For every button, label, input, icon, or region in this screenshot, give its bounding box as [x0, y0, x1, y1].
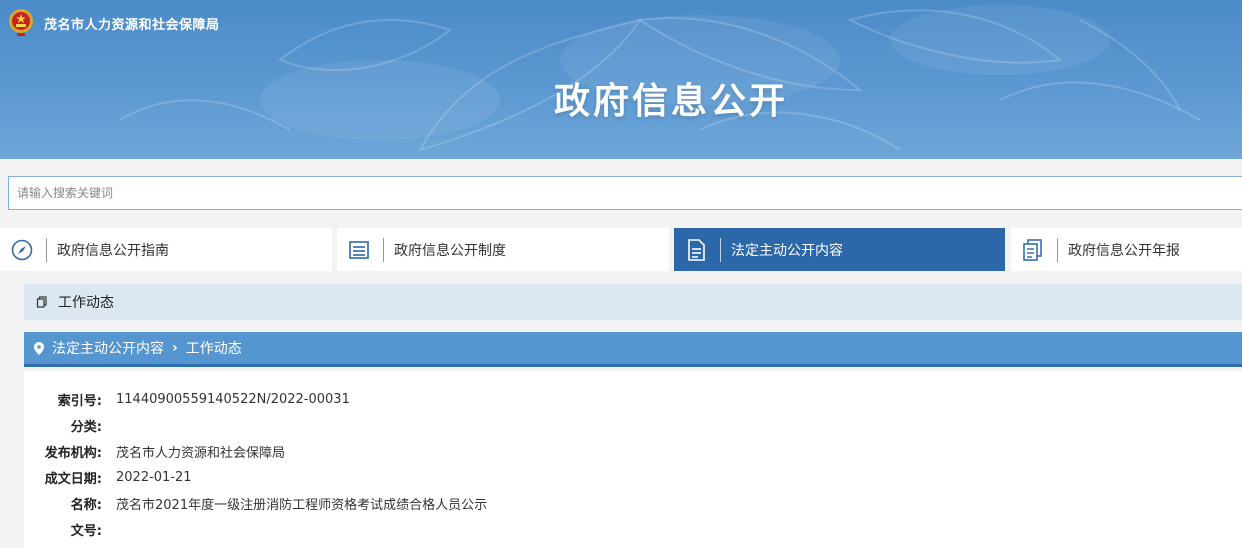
metadata-label: 分类:	[70, 419, 102, 435]
page-title: 政府信息公开	[553, 81, 788, 122]
metadata-row-name: 名称: 茂名市2021年度一级注册消防工程师资格考试成绩合格人员公示	[24, 493, 487, 513]
tab-statutory-content[interactable]: 法定主动公开内容	[674, 228, 1005, 271]
tab-label: 政府信息公开指南	[57, 242, 169, 259]
metadata-label: 名称:	[70, 497, 102, 513]
tab-divider	[383, 237, 384, 262]
metadata-label: 索引号:	[57, 393, 102, 409]
report-icon	[1021, 238, 1045, 262]
tab-label: 法定主动公开内容	[731, 242, 843, 259]
breadcrumb-item[interactable]: 法定主动公开内容	[52, 338, 164, 358]
header-banner: 茂名市人力资源和社会保障局 政府信息公开	[0, 0, 1242, 159]
tab-divider	[720, 237, 721, 262]
national-emblem-icon	[8, 7, 34, 37]
metadata-label: 成文日期:	[44, 471, 102, 487]
search-box	[8, 176, 1242, 210]
metadata-label: 发布机构:	[44, 445, 102, 461]
metadata-row-docno: 文号:	[24, 519, 116, 539]
metadata-value: 茂名市2021年度一级注册消防工程师资格考试成绩合格人员公示	[116, 497, 488, 513]
breadcrumb-item[interactable]: 工作动态	[186, 338, 242, 358]
metadata-label: 文号:	[70, 523, 102, 539]
search-input[interactable]	[9, 177, 1242, 209]
metadata-row-date: 成文日期: 2022-01-21	[24, 467, 192, 487]
list-icon	[347, 238, 371, 262]
tab-divider	[1057, 237, 1058, 262]
metadata-value: 11440900559140522N/2022-00031	[116, 391, 350, 407]
breadcrumb: 法定主动公开内容 › 工作动态	[24, 332, 1242, 367]
chevron-right-icon: ›	[172, 340, 178, 356]
compass-icon	[10, 238, 34, 262]
metadata-row-publisher: 发布机构: 茂名市人力资源和社会保障局	[24, 441, 285, 461]
metadata-row-category: 分类:	[24, 415, 116, 435]
tab-divider	[46, 237, 47, 262]
tab-disclosure-guide[interactable]: 政府信息公开指南	[0, 228, 332, 271]
tab-label: 政府信息公开制度	[394, 242, 506, 259]
copy-icon	[36, 295, 50, 309]
location-pin-icon	[34, 341, 46, 355]
tab-annual-report[interactable]: 政府信息公开年报	[1011, 228, 1242, 271]
metadata-value: 2022-01-21	[116, 469, 192, 485]
section-header: 工作动态	[24, 284, 1242, 320]
document-icon	[684, 238, 708, 262]
metadata-value: 茂名市人力资源和社会保障局	[116, 445, 286, 461]
organization-name[interactable]: 茂名市人力资源和社会保障局	[44, 14, 220, 33]
tab-disclosure-system[interactable]: 政府信息公开制度	[337, 228, 669, 271]
metadata-row-index: 索引号: 11440900559140522N/2022-00031	[24, 389, 350, 409]
document-metadata: 索引号: 11440900559140522N/2022-00031 分类: 发…	[24, 371, 1242, 548]
tab-label: 政府信息公开年报	[1068, 242, 1180, 259]
section-title: 工作动态	[58, 295, 114, 311]
